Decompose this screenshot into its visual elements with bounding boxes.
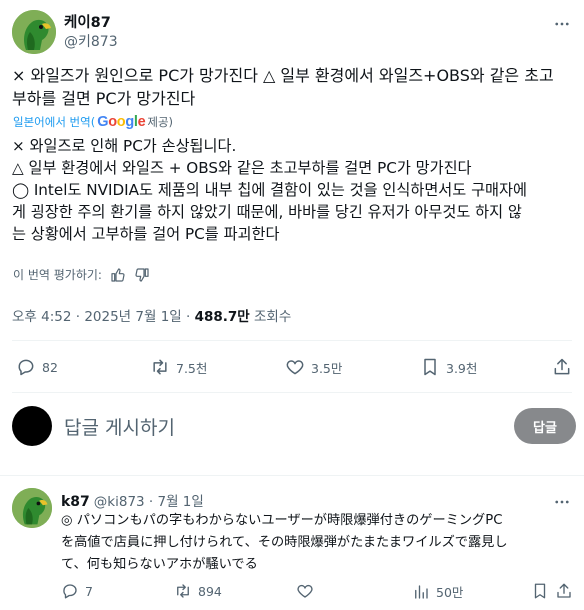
like-count: 3.5만 <box>311 360 343 376</box>
reply-author-handle[interactable]: @ki873 · 7월 1일 <box>94 490 204 510</box>
reply-icon <box>63 584 77 599</box>
author-name[interactable]: 케이87 <box>64 11 111 32</box>
retweet-icon <box>153 359 167 375</box>
reply-text-line: を高値で店員に押し付けられて、その時限爆弾がたまたまワイルズで露見し <box>61 535 508 550</box>
views-count: 488.7만 <box>194 309 250 325</box>
parrot-avatar-image <box>12 488 52 528</box>
thumbs-up-icon <box>111 267 125 282</box>
translated-text: × 와일즈로 인해 PC가 손상됩니다. △ 일부 환경에서 와일즈 + OBS… <box>12 137 527 243</box>
share-icon <box>554 358 570 375</box>
post-timestamp[interactable]: 오후 4:52 · 2025년 7월 1일 · <box>12 309 190 325</box>
parrot-avatar-image <box>12 10 56 54</box>
author-avatar[interactable] <box>12 10 56 54</box>
post-actions: 82 7.5천 3.5만 3.9천 <box>16 355 576 379</box>
divider <box>12 340 572 341</box>
reply-retweet-count: 894 <box>198 583 222 599</box>
views-label: 조회수 <box>254 309 292 325</box>
translate-suffix: 제공) <box>147 115 174 129</box>
views-chart-icon <box>415 584 428 599</box>
reply-author-name[interactable]: k87 <box>61 494 90 510</box>
heart-icon <box>297 584 313 598</box>
post-meta: 오후 4:52 · 2025년 7월 1일 · 488.7만 조회수 <box>12 305 291 325</box>
reply-text-line: て、何も知らないアホが騒いでる <box>61 557 258 572</box>
reply-reply-count: 7 <box>85 583 93 599</box>
like-action[interactable]: 3.5만 <box>285 357 342 377</box>
bookmark-icon <box>424 358 436 376</box>
translated-by-google[interactable]: 일본어에서 번역( Google 제공) <box>13 114 173 130</box>
reply-header: k87 @ki873 · 7월 1일 <box>61 490 204 510</box>
more-options-button[interactable] <box>548 10 576 38</box>
reply-like-action[interactable] <box>296 582 314 600</box>
reply-views-count: 50만 <box>436 585 464 600</box>
reply-reply-action[interactable]: 7 <box>61 582 93 600</box>
thumbs-down-button[interactable] <box>134 267 150 283</box>
divider <box>0 475 584 476</box>
retweet-count: 7.5천 <box>176 360 208 376</box>
reply-author-avatar[interactable] <box>12 488 52 528</box>
bookmark-icon <box>534 583 546 599</box>
retweet-icon <box>177 584 189 598</box>
reply-actions: 7 894 50만 <box>61 582 577 604</box>
author-handle[interactable]: @키873 <box>64 31 118 51</box>
reply-text-line: ◎ パソコンもパの字もわからないユーザーが時限爆弾付きのゲーミングPC <box>61 513 503 528</box>
heart-icon <box>286 360 304 375</box>
current-user-avatar[interactable] <box>12 406 52 446</box>
reply-share-action[interactable] <box>555 582 573 600</box>
reply-bookmark-action[interactable] <box>531 582 549 600</box>
reply-retweet-action[interactable]: 894 <box>174 582 222 600</box>
reply-count: 82 <box>42 359 58 375</box>
translate-label: 일본어에서 번역( <box>13 115 96 129</box>
google-logo: Google <box>97 114 146 130</box>
more-dots-icon <box>555 22 569 26</box>
thumbs-up-button[interactable] <box>110 267 126 283</box>
bookmark-action[interactable]: 3.9천 <box>420 357 477 377</box>
reply-action[interactable]: 82 <box>16 357 58 377</box>
reply-submit-button[interactable]: 답글 <box>514 408 576 444</box>
retweet-action[interactable]: 7.5천 <box>150 357 207 377</box>
reply-icon <box>18 359 34 376</box>
rate-translation: 이 번역 평가하기: <box>13 266 150 283</box>
rate-label: 이 번역 평가하기: <box>13 268 102 282</box>
share-icon <box>557 583 571 598</box>
share-action[interactable] <box>552 357 572 377</box>
more-dots-icon <box>555 500 569 504</box>
thumbs-down-icon <box>135 267 149 282</box>
bookmark-count: 3.9천 <box>446 360 478 376</box>
post-text: × 와일즈가 원인으로 PC가 망가진다 △ 일부 환경에서 와일즈+OBS와 … <box>12 66 554 108</box>
reply-text: ◎ パソコンもパの字もわからないユーザーが時限爆弾付きのゲーミングPC を高値で… <box>61 510 577 576</box>
reply-composer-input[interactable]: 답글 게시하기 <box>64 413 175 440</box>
reply-views-action[interactable]: 50만 <box>412 582 463 601</box>
divider <box>12 392 572 393</box>
